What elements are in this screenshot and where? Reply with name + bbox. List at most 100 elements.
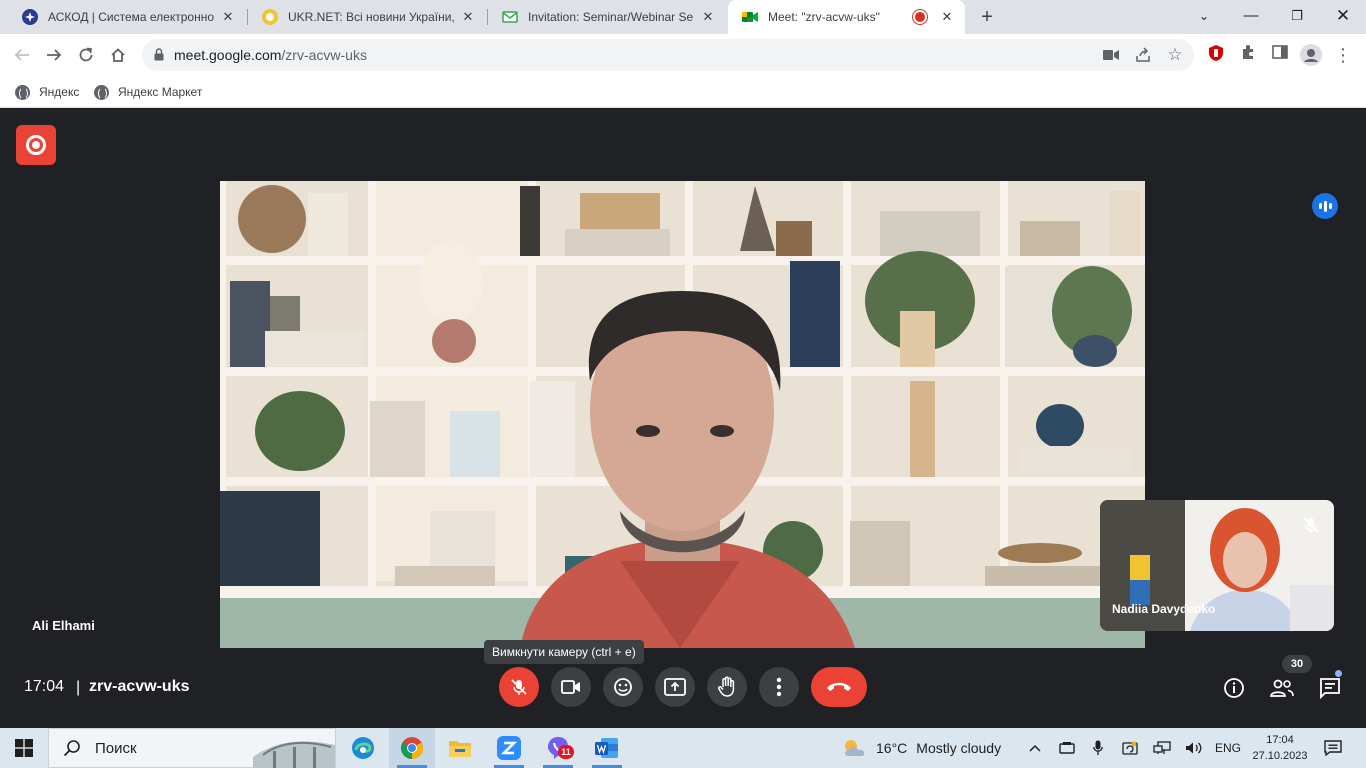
bookmark-label: Яндекс (39, 85, 80, 99)
mic-toggle-button[interactable] (499, 667, 539, 707)
chat-button[interactable] (1317, 675, 1343, 701)
usb-device-icon[interactable] (1058, 739, 1076, 757)
edge-icon (352, 737, 374, 759)
side-panel-icon[interactable] (1269, 44, 1291, 66)
network-icon[interactable] (1153, 739, 1171, 757)
adblock-icon[interactable] (1205, 44, 1227, 66)
taskbar-chrome[interactable] (389, 728, 435, 768)
taskbar-zoom[interactable] (486, 728, 532, 768)
partly-cloudy-icon (845, 740, 865, 756)
emoji-reactions-button[interactable] (603, 667, 643, 707)
close-icon[interactable]: ✕ (220, 9, 236, 25)
camera-tooltip: Вимкнути камеру (ctrl + e) (484, 640, 644, 664)
search-icon (63, 740, 80, 757)
recording-badge[interactable] (16, 125, 56, 165)
self-view-tile[interactable]: Nadiia Davydenko (1100, 500, 1334, 631)
self-name: Nadiia Davydenko (1112, 602, 1216, 616)
minimize-button[interactable]: — (1228, 0, 1274, 34)
camera-toggle-button[interactable] (551, 667, 591, 707)
reload-button[interactable] (74, 43, 98, 67)
chrome-icon (401, 737, 423, 759)
share-icon[interactable] (1134, 46, 1152, 64)
tab-meet[interactable]: Meet: "zrv-acvw-uks" ✕ (728, 0, 965, 34)
windows-logo-icon (15, 739, 33, 757)
volume-icon[interactable] (1185, 739, 1203, 757)
info-divider: | (76, 679, 81, 696)
url-path: /zrv-acvw-uks (281, 47, 367, 63)
more-vert-icon (776, 677, 782, 697)
zoom-icon (497, 736, 521, 760)
present-screen-icon (664, 678, 686, 696)
new-tab-button[interactable]: + (975, 5, 999, 29)
raise-hand-button[interactable] (707, 667, 747, 707)
forward-button[interactable] (42, 43, 66, 67)
record-icon (26, 135, 46, 155)
tab-search-icon[interactable]: ⌄ (1181, 0, 1227, 34)
present-screen-button[interactable] (655, 667, 695, 707)
folder-icon (449, 741, 471, 757)
speaker-name: Ali Elhami (32, 618, 95, 633)
start-button[interactable] (0, 728, 48, 768)
word-icon (595, 738, 618, 758)
mic-off-icon (1303, 517, 1319, 533)
participants-count: 30 (1282, 655, 1312, 673)
people-button[interactable] (1269, 675, 1295, 701)
askod-icon (22, 9, 38, 25)
notifications-sync-icon[interactable] (1121, 739, 1139, 757)
bookmarks-bar: Яндекс Яндекс Маркет (0, 76, 1366, 108)
tab-title: АСКОД | Система електронного (48, 10, 214, 24)
restore-button[interactable]: ❐ (1274, 0, 1320, 34)
smiley-icon (614, 678, 632, 696)
speaker-video-frame (220, 181, 1145, 648)
meet-call-area: Ali Elhami Nadiia Davydenko Вимкнути кам… (0, 109, 1366, 728)
taskbar-date: 27.10.2023 (1252, 750, 1308, 762)
search-highlight-image (253, 741, 335, 768)
tab-title: Meet: "zrv-acvw-uks" (768, 10, 880, 24)
globe-icon (94, 84, 109, 100)
address-bar[interactable]: meet.google.com/zrv-acvw-uks ☆ (142, 39, 1194, 71)
meeting-details-button[interactable] (1221, 675, 1247, 701)
speaking-indicator-icon (1312, 193, 1338, 219)
bookmark-yandex-market[interactable]: Яндекс Маркет (94, 82, 202, 102)
menu-dots-icon[interactable]: ⋮ (1332, 44, 1354, 66)
leave-call-button[interactable] (811, 667, 867, 707)
tab-ukrnet[interactable]: UKR.NET: Всі новини України, о ✕ (248, 0, 486, 34)
viber-badge: 11 (558, 745, 574, 759)
tab-invitation[interactable]: Invitation: Seminar/Webinar Ser ✕ (488, 0, 726, 34)
taskbar-viber[interactable]: 11 (535, 728, 581, 768)
close-icon[interactable]: ✕ (700, 9, 716, 25)
tab-title: UKR.NET: Всі новини України, о (288, 10, 454, 24)
back-button[interactable] (10, 43, 34, 67)
show-hidden-icons-chevron-icon[interactable] (1026, 739, 1044, 757)
profile-avatar[interactable] (1300, 44, 1322, 66)
people-icon (1270, 679, 1294, 697)
tab-askod[interactable]: АСКОД | Система електронного ✕ (8, 0, 246, 34)
more-options-button[interactable] (759, 667, 799, 707)
taskbar-word[interactable] (584, 728, 630, 768)
camera-icon[interactable] (1102, 46, 1120, 64)
taskbar-search[interactable]: Поиск (48, 728, 336, 768)
bookmark-star-icon[interactable]: ☆ (1166, 46, 1184, 64)
bookmark-yandex[interactable]: Яндекс (15, 82, 79, 102)
chat-notification-dot (1335, 670, 1342, 677)
weather-widget[interactable]: 16°C Mostly cloudy (842, 728, 1001, 768)
meet-icon (742, 9, 758, 25)
main-speaker-video[interactable] (220, 181, 1145, 648)
url-text: meet.google.com/zrv-acvw-uks (174, 47, 367, 63)
video-camera-icon (561, 680, 580, 694)
taskbar-clock[interactable]: 17:04 27.10.2023 (1250, 732, 1310, 764)
mic-off-icon (511, 679, 527, 695)
chat-icon (1320, 678, 1340, 699)
close-window-button[interactable]: ✕ (1320, 0, 1366, 34)
ukrnet-icon (262, 9, 278, 25)
taskbar-file-explorer[interactable] (437, 728, 483, 768)
microphone-icon[interactable] (1089, 739, 1107, 757)
extensions-icon[interactable] (1237, 44, 1259, 66)
input-language[interactable]: ENG (1215, 728, 1241, 768)
taskbar-edge[interactable] (340, 728, 386, 768)
browser-tab-strip: АСКОД | Система електронного ✕ UKR.NET: … (0, 0, 1366, 34)
home-button[interactable] (106, 43, 130, 67)
notification-center-icon[interactable] (1324, 739, 1342, 757)
close-icon[interactable]: ✕ (939, 9, 955, 25)
close-icon[interactable]: ✕ (460, 9, 476, 25)
